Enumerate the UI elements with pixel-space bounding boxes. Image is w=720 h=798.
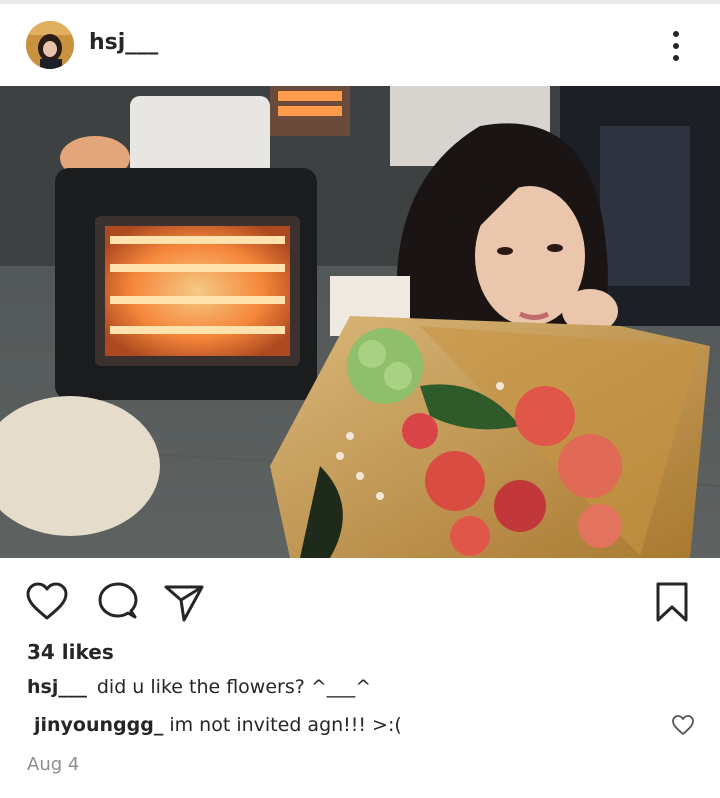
caption-text: did u like the flowers? ^___^ [96,676,372,698]
comment-bubble-icon[interactable] [96,580,140,624]
post-caption: hsj___ did u like the flowers? ^___^ [27,676,371,698]
heart-icon[interactable] [25,580,69,624]
post-date: Aug 4 [27,754,80,775]
avatar[interactable] [26,21,74,69]
caption-username[interactable]: hsj___ [27,676,87,698]
paper-plane-icon[interactable] [162,580,206,624]
post-author-username[interactable]: hsj___ [89,30,158,55]
likes-count[interactable]: 34 likes [27,640,114,664]
comment-username[interactable]: jinyounggg_ [34,714,163,736]
post-actions-bar [0,558,720,642]
more-vertical-icon[interactable] [664,28,688,64]
heart-outline-small-icon[interactable] [671,714,695,736]
comment-item: jinyounggg_ im not invited agn!!! >:( [34,714,402,736]
comment-text: im not invited agn!!! >:( [169,714,402,736]
bookmark-icon[interactable] [650,580,694,624]
post-image[interactable] [0,86,720,558]
post-header: hsj___ [0,4,720,86]
